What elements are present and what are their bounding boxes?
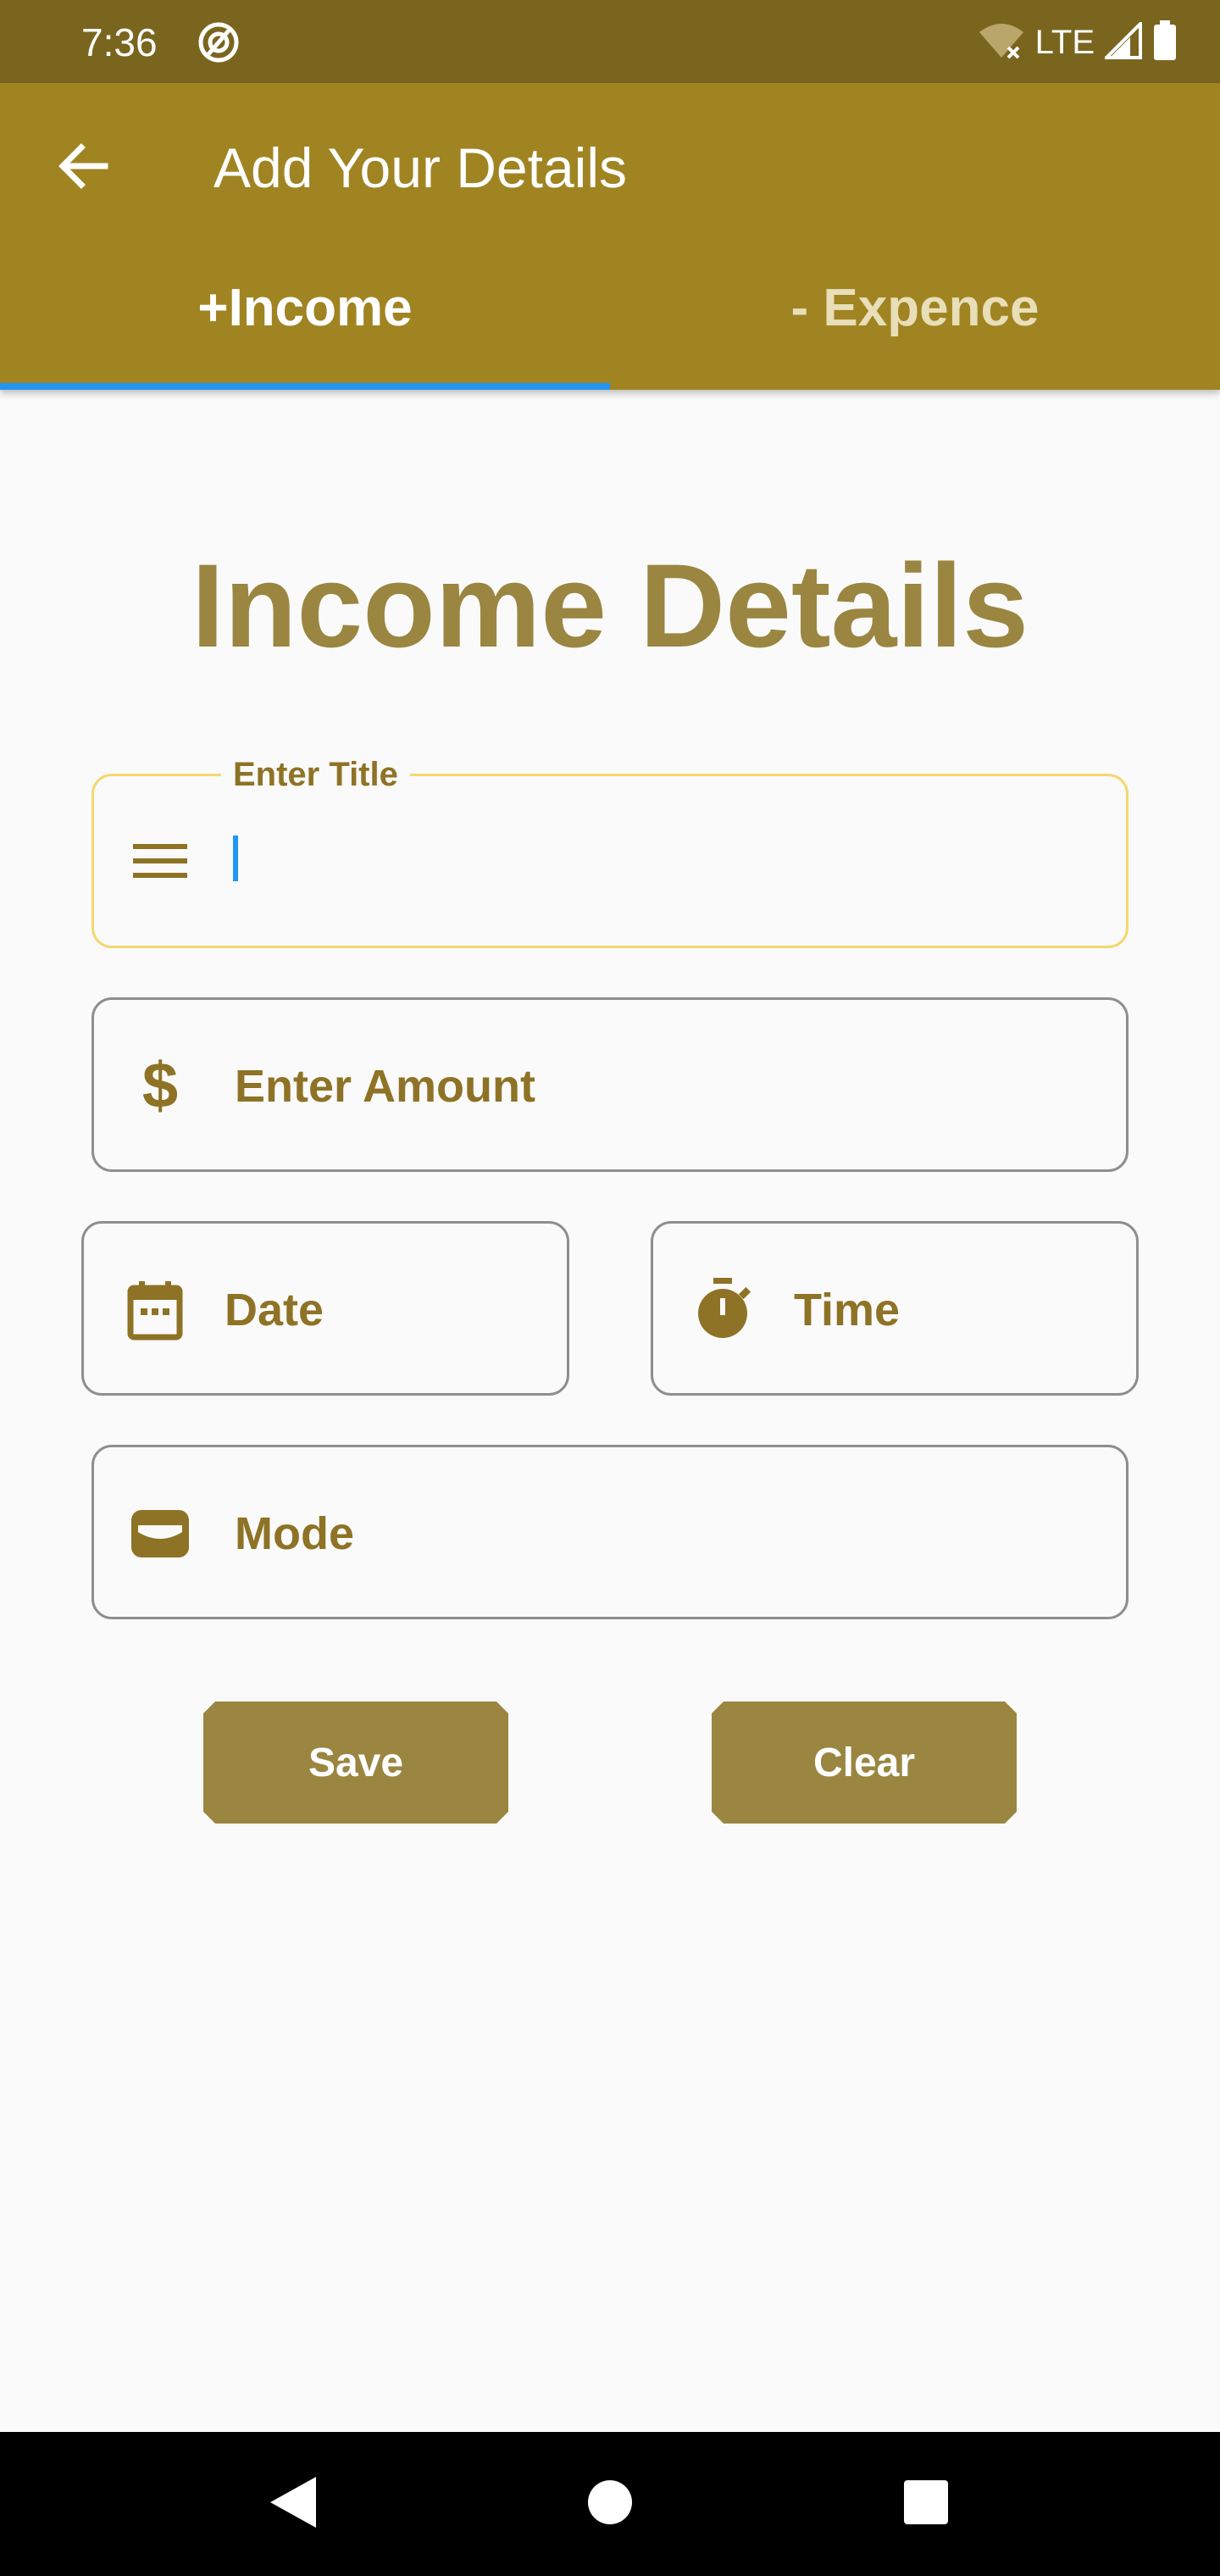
menu-lines-icon — [130, 830, 191, 891]
back-triangle-icon — [267, 2475, 318, 2534]
wifi-off-icon — [978, 22, 1025, 64]
tab-expence-label: - Expence — [790, 278, 1040, 337]
tab-income[interactable]: +Income — [0, 244, 610, 371]
calendar-icon — [125, 1280, 186, 1341]
app-bar: Add Your Details +Income - Expence — [0, 83, 1220, 390]
battery-icon — [1152, 19, 1178, 66]
nav-back-button[interactable] — [254, 2466, 330, 2542]
back-button[interactable] — [47, 132, 119, 203]
tab-indicator — [0, 383, 610, 390]
nav-home-button[interactable] — [572, 2466, 648, 2542]
tab-income-label: +Income — [197, 278, 413, 337]
status-bar: 7:36 LTE — [0, 0, 1220, 83]
nav-recents-button[interactable] — [888, 2466, 964, 2542]
dollar-icon: $ — [130, 1055, 191, 1116]
app-notification-icon — [197, 20, 241, 64]
recents-square-icon — [903, 2479, 949, 2529]
arrow-back-icon — [56, 139, 110, 197]
clear-button[interactable]: Clear — [712, 1702, 1017, 1824]
status-icons: LTE — [978, 19, 1178, 66]
amount-placeholder: Enter Amount — [235, 1061, 535, 1112]
date-placeholder: Date — [225, 1285, 324, 1335]
title-field-label: Enter Title — [221, 752, 410, 797]
time-field[interactable]: Time — [651, 1221, 1139, 1396]
page-title: Add Your Details — [214, 136, 628, 199]
title-field[interactable]: Enter Title — [92, 752, 1128, 948]
wallet-icon — [130, 1503, 191, 1564]
stopwatch-icon — [692, 1278, 753, 1339]
mode-field[interactable]: Mode — [92, 1445, 1128, 1619]
system-nav-bar — [0, 2432, 1220, 2576]
time-placeholder: Time — [794, 1285, 901, 1335]
network-type: LTE — [1034, 24, 1095, 61]
mode-placeholder: Mode — [235, 1508, 354, 1559]
svg-text:$: $ — [142, 1055, 178, 1116]
date-field[interactable]: Date — [81, 1221, 569, 1396]
home-circle-icon — [586, 2479, 634, 2530]
save-button[interactable]: Save — [203, 1702, 508, 1824]
text-cursor — [233, 836, 238, 881]
tab-expence[interactable]: - Expence — [610, 244, 1220, 371]
amount-field[interactable]: $ Enter Amount — [92, 997, 1128, 1172]
status-time: 7:36 — [81, 20, 158, 64]
form-heading: Income Details — [191, 539, 1029, 672]
cell-signal-icon — [1102, 19, 1142, 64]
